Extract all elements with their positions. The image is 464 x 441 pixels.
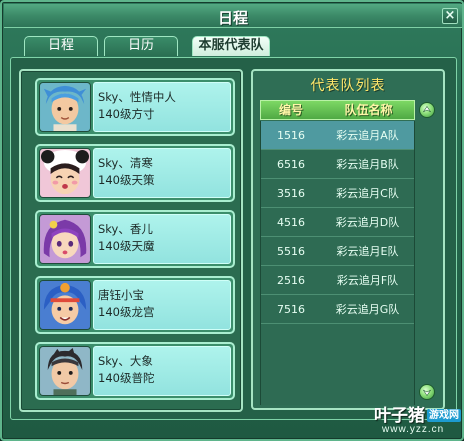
team-id: 7516 [277, 303, 305, 316]
member-card[interactable]: 唐钰小宝 140级龙宫 [35, 276, 235, 334]
scroll-up-button[interactable] [419, 102, 435, 118]
member-info: 唐钰小宝 140级龙宫 [93, 280, 231, 330]
tab-calendar[interactable]: 日历 [104, 36, 178, 56]
close-button[interactable]: × [442, 8, 458, 24]
girl-purple-hair-avatar [39, 214, 91, 264]
boy-dark-hair-avatar [39, 346, 91, 396]
member-info: Sky、清寒 140级天策 [93, 148, 231, 198]
team-name: 彩云追月D队 [335, 216, 400, 229]
team-id: 2516 [277, 274, 305, 287]
watermark-badge: 游戏网 [427, 409, 461, 422]
team-name: 彩云追月F队 [336, 274, 399, 287]
window-title: 日程 [217, 9, 248, 27]
tab-schedule[interactable]: 日程 [24, 36, 98, 56]
team-list-header: 编号 队伍名称 [260, 100, 415, 120]
table-row[interactable]: 3516 彩云追月C队 [261, 179, 414, 208]
member-detail: 140级方寸 [98, 107, 155, 121]
scrollbar[interactable] [419, 102, 435, 400]
scroll-down-button[interactable] [419, 384, 435, 400]
boy-blue-hair-headband-avatar [39, 280, 91, 330]
member-card[interactable]: Sky、性情中人 140级方寸 [35, 78, 235, 136]
member-name: 唐钰小宝 [98, 288, 144, 302]
table-row[interactable]: 5516 彩云追月E队 [261, 237, 414, 266]
title-bar: 日程 × [4, 4, 462, 28]
tab-server-team[interactable]: 本服代表队 [192, 36, 270, 56]
member-name: Sky、性情中人 [98, 90, 176, 104]
team-name: 彩云追月A队 [336, 129, 399, 142]
girl-panda-hat-avatar [39, 148, 91, 198]
table-row[interactable]: 2516 彩云追月F队 [261, 266, 414, 295]
team-id: 1516 [277, 129, 305, 142]
member-info: Sky、大象 140级普陀 [93, 346, 231, 396]
member-name: Sky、清寒 [98, 156, 153, 170]
member-info: Sky、性情中人 140级方寸 [93, 82, 231, 132]
team-id: 4516 [277, 216, 305, 229]
schedule-window: 日程 × 日程 日历 本服代表队 Sky、性情中人 140级方寸 Sky、清寒 … [0, 0, 464, 441]
team-list-panel: 代表队列表 编号 队伍名称 1516 彩云追月A队 6516 彩云追月B队 35… [251, 69, 445, 410]
member-detail: 140级普陀 [98, 371, 155, 385]
watermark-brand: 叶子猪 游戏网 [374, 406, 461, 426]
member-card[interactable]: Sky、香儿 140级天魔 [35, 210, 235, 268]
site-watermark: 叶子猪 游戏网 www.yzz.cn [374, 401, 464, 441]
member-card[interactable]: Sky、清寒 140级天策 [35, 144, 235, 202]
member-detail: 140级龙宫 [98, 305, 155, 319]
team-list-title: 代表队列表 [310, 78, 386, 94]
table-row[interactable]: 4516 彩云追月D队 [261, 208, 414, 237]
table-row[interactable]: 7516 彩云追月G队 [261, 295, 414, 324]
team-id: 5516 [277, 245, 305, 258]
team-name: 彩云追月B队 [336, 158, 399, 171]
member-info: Sky、香儿 140级天魔 [93, 214, 231, 264]
table-row[interactable]: 6516 彩云追月B队 [261, 150, 414, 179]
boy-blue-hair-avatar [39, 82, 91, 132]
column-header-team-name[interactable]: 队伍名称 [321, 101, 416, 119]
team-name: 彩云追月C队 [336, 187, 399, 200]
team-list-body: 1516 彩云追月A队 6516 彩云追月B队 3516 彩云追月C队 4516… [260, 121, 415, 405]
team-id: 3516 [277, 187, 305, 200]
close-icon: × [444, 8, 456, 23]
member-panel: Sky、性情中人 140级方寸 Sky、清寒 140级天策 Sky、香儿 140… [19, 69, 243, 412]
member-name: Sky、香儿 [98, 222, 153, 236]
member-name: Sky、大象 [98, 354, 153, 368]
scroll-down-icon [422, 389, 432, 396]
column-header-id[interactable]: 编号 [261, 101, 321, 119]
member-detail: 140级天策 [98, 173, 155, 187]
member-detail: 140级天魔 [98, 239, 155, 253]
member-card[interactable]: Sky、大象 140级普陀 [35, 342, 235, 400]
scroll-up-icon [422, 106, 432, 113]
team-name: 彩云追月E队 [336, 245, 399, 258]
team-name: 彩云追月G队 [335, 303, 400, 316]
team-id: 6516 [277, 158, 305, 171]
watermark-url: www.yzz.cn [382, 424, 445, 435]
table-row[interactable]: 1516 彩云追月A队 [261, 121, 414, 150]
